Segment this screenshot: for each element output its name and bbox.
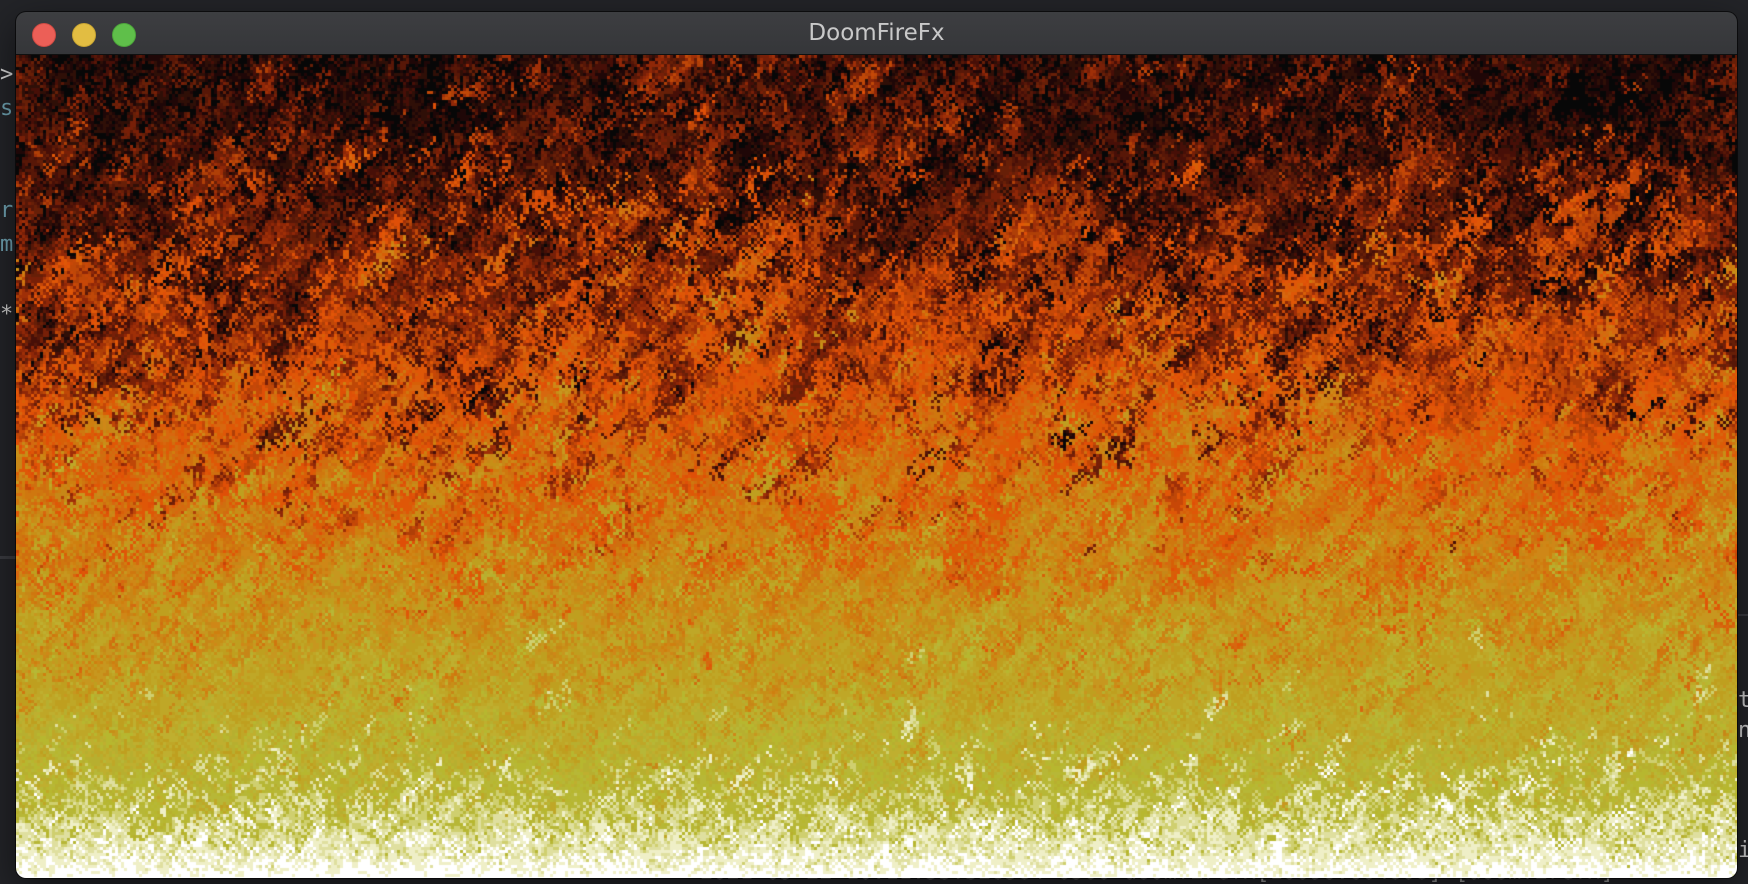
editor-glyph: r: [0, 198, 14, 223]
fire-render-area: [16, 55, 1737, 878]
editor-glyph: >: [0, 62, 14, 87]
editor-divider-right: [1738, 614, 1748, 616]
editor-glyph: m: [0, 232, 14, 257]
editor-glyph-right: t: [1738, 688, 1748, 713]
editor-glyph: s: [0, 96, 14, 121]
editor-glyph: *: [0, 302, 14, 327]
fire-canvas: [16, 55, 1737, 878]
window-title: DoomFireFx: [808, 20, 945, 46]
window-titlebar[interactable]: DoomFireFx: [16, 12, 1737, 55]
doomfire-window[interactable]: DoomFireFx: [16, 12, 1737, 878]
editor-glyph-right: n: [1738, 718, 1748, 743]
